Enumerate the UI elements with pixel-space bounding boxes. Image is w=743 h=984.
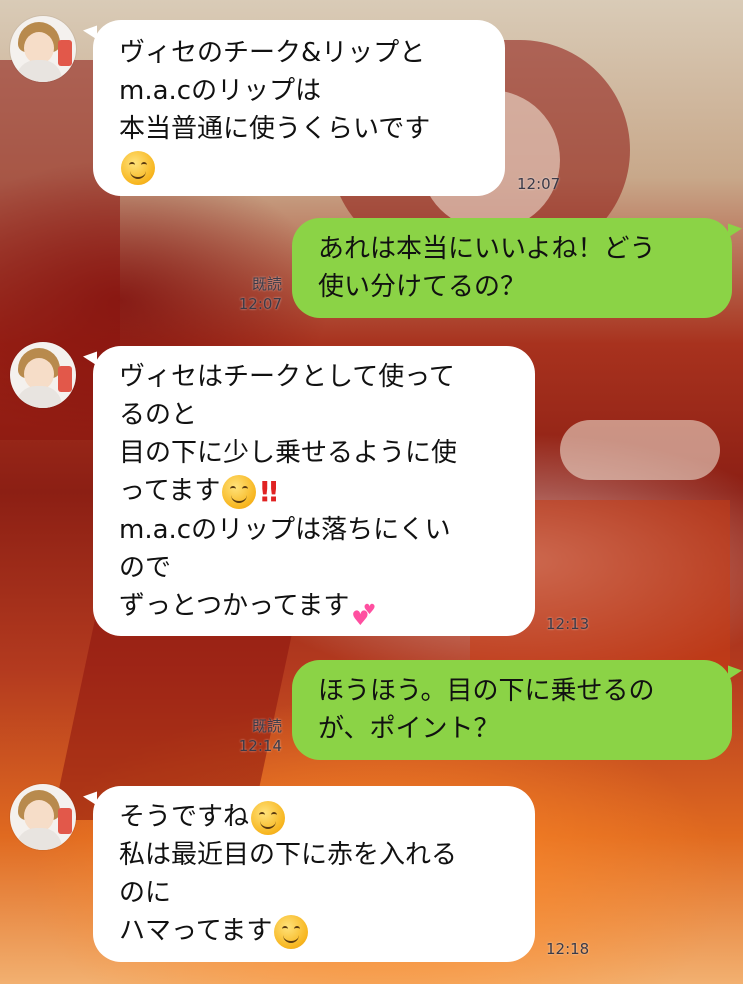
message-timestamp: 12:07 (238, 295, 282, 313)
read-receipt: 既読 12:14 (230, 716, 282, 756)
smiling-face-emoji-icon (121, 150, 155, 185)
smiling-face-emoji-icon (274, 914, 309, 949)
message-line: 本当普通に使うくらいです (119, 114, 431, 144)
message-line: ので (119, 552, 172, 583)
outgoing-message-bubble[interactable]: あれは本当にいいよね！どう 使い分けてるの？ (292, 218, 732, 318)
two-hearts-emoji-icon: ♥ ♥ (351, 602, 376, 630)
message-line: ずっとつかってます ♥ ♥ (119, 587, 509, 631)
message-line: のに (119, 878, 172, 908)
message-line: m.a.cのリップは (119, 76, 322, 106)
message-line: ヴィセはチークとして使って (119, 362, 455, 392)
message-line: ハマってます (119, 912, 509, 950)
smiling-face-emoji-icon (222, 474, 257, 509)
incoming-message-bubble[interactable]: ヴィセはチークとして使って るのと 目の下に少し乗せるように使 ってます ‼ m.… (93, 346, 535, 636)
contact-avatar[interactable] (10, 342, 76, 408)
message-line: が、ポイント？ (318, 714, 500, 744)
message-timestamp: 12:13 (546, 615, 590, 633)
message-line: ヴィセのチーク&リップと (119, 38, 426, 68)
contact-avatar[interactable] (10, 16, 76, 82)
read-label: 既読 (251, 717, 282, 735)
message-timestamp: 12:07 (517, 175, 561, 193)
message-line: るのと (119, 400, 198, 430)
contact-avatar[interactable] (10, 784, 76, 850)
message-line: あれは本当にいいよね！どう (318, 234, 656, 264)
message-line: 目の下に少し乗せるように使 (119, 438, 458, 468)
message-line (119, 148, 479, 186)
message-timestamp: 12:18 (546, 940, 590, 958)
double-exclamation-emoji-icon: ‼ (260, 474, 278, 508)
read-receipt: 既読 12:07 (230, 274, 282, 314)
message-line: ってます ‼ (119, 472, 509, 511)
message-line: 私は最近目の下に赤を入れる (119, 840, 458, 870)
message-line: ほうほう。目の下に乗せるの (318, 676, 655, 706)
smiling-face-emoji-icon (251, 800, 286, 835)
outgoing-message-bubble[interactable]: ほうほう。目の下に乗せるの が、ポイント？ (292, 660, 732, 760)
background-highlight (560, 420, 720, 480)
incoming-message-bubble[interactable]: ヴィセのチーク&リップと m.a.cのリップは 本当普通に使うくらいです (93, 20, 505, 196)
message-line: 使い分けてるの？ (318, 272, 527, 302)
message-line: そうですね (119, 798, 509, 836)
message-timestamp: 12:14 (238, 737, 282, 755)
incoming-message-bubble[interactable]: そうですね 私は最近目の下に赤を入れる のに ハマってます (93, 786, 535, 962)
read-label: 既読 (251, 275, 282, 293)
message-line: m.a.cのリップは落ちにくい (119, 514, 451, 545)
